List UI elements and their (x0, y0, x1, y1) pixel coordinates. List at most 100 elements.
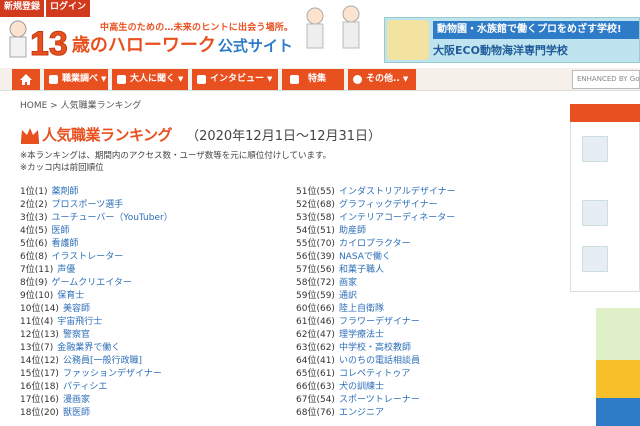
rank-position: 63位 (296, 343, 317, 353)
job-link[interactable]: エンジニア (339, 407, 384, 420)
home-button[interactable] (12, 69, 40, 90)
logo-number: 13 (30, 25, 69, 63)
job-link[interactable]: 犬の訓練士 (339, 381, 384, 394)
job-link[interactable]: 理学療法士 (339, 329, 384, 342)
job-link[interactable]: 看護師 (51, 238, 78, 251)
job-link[interactable]: 和菓子職人 (339, 264, 384, 277)
job-link[interactable]: 警察官 (63, 329, 90, 342)
job-link[interactable]: 画家 (339, 277, 357, 290)
nav-item-interview[interactable]: インタビュー ▼ (192, 69, 278, 90)
rank-position: 52位 (296, 200, 317, 210)
ranking-row: 17位 (16) 漫画家 (20, 394, 173, 407)
ranking-row: 58位 (72) 画家 (296, 277, 456, 290)
rank-position: 13位 (20, 343, 41, 353)
rank-previous: (76) (316, 408, 335, 418)
job-link[interactable]: 美容師 (63, 303, 90, 316)
ranking-row: 7位 (11) 声優 (20, 264, 173, 277)
rank-position: 54位 (296, 226, 317, 236)
sidebar-ad[interactable] (596, 308, 640, 360)
job-link[interactable]: コレペティトゥア (339, 368, 410, 381)
job-link[interactable]: イラストレーター (51, 251, 123, 264)
nav-item-features[interactable]: 特集 (282, 69, 344, 90)
rank-previous: (17) (40, 369, 59, 379)
job-link[interactable]: 漫画家 (63, 394, 90, 407)
nav-item-other[interactable]: その他.. ▼ (348, 69, 416, 90)
job-link[interactable]: パティシエ (63, 381, 107, 394)
banner-ad[interactable]: 動物園・水族館で働くプロをめざす学校! 大阪ECO動物海洋専門学校 (384, 17, 640, 63)
nav-item-jobs[interactable]: 職業調べ ▼ (44, 69, 108, 90)
rank-position: 67位 (296, 395, 317, 405)
job-link[interactable]: 声優 (57, 264, 75, 277)
job-link[interactable]: 助産師 (339, 225, 366, 238)
ranking-row: 68位 (76) エンジニア (296, 407, 456, 420)
rank-position: 16位 (20, 382, 41, 392)
login-button[interactable]: ログイン (46, 0, 91, 17)
rank-position: 58位 (296, 278, 317, 288)
job-link[interactable]: ファッションデザイナー (63, 368, 162, 381)
rank-previous: (47) (316, 330, 335, 340)
rank-position: 6位 (20, 252, 35, 262)
job-link[interactable]: いのちの電話相談員 (339, 355, 420, 368)
rank-position: 11位 (20, 317, 41, 327)
job-link[interactable]: グラフィックデザイナー (339, 199, 438, 212)
rank-position: 56位 (296, 252, 317, 262)
job-link[interactable]: NASAで働く (339, 251, 391, 264)
rank-previous: (54) (316, 395, 335, 405)
sidebar-header (570, 104, 640, 122)
rank-previous: (51) (316, 226, 335, 236)
rank-previous: (55) (316, 187, 335, 197)
ranking-row: 59位 (59) 通訳 (296, 290, 456, 303)
job-link[interactable]: 獣医師 (63, 407, 90, 420)
sidebar-thumbnail[interactable] (582, 200, 608, 226)
ranking-row: 1位 (1) 薬剤師 (20, 186, 173, 199)
ranking-row: 2位 (2) プロスポーツ選手 (20, 199, 173, 212)
rank-previous: (61) (316, 369, 335, 379)
job-link[interactable]: 金融業界で働く (57, 342, 120, 355)
job-link[interactable]: カイロプラクター (339, 238, 411, 251)
job-link[interactable]: 中学校・高校教師 (339, 342, 411, 355)
job-link[interactable]: 医師 (51, 225, 69, 238)
site-logo[interactable]: 13 歳のハローワーク 公式サイト (30, 25, 293, 63)
job-link[interactable]: 通訳 (339, 290, 357, 303)
job-link[interactable]: スポーツトレーナー (339, 394, 420, 407)
flag-icon (290, 75, 299, 84)
sidebar-ad[interactable] (596, 398, 640, 426)
rank-position: 9位 (20, 291, 35, 301)
rank-previous: (12) (40, 356, 59, 366)
job-link[interactable]: 公務員[一般行政職] (63, 355, 142, 368)
register-button[interactable]: 新規登録 (0, 0, 45, 17)
ranking-row: 14位 (12) 公務員[一般行政職] (20, 355, 173, 368)
ranking-row: 60位 (66) 陸上自衛隊 (296, 303, 456, 316)
chevron-down-icon: ▼ (178, 75, 184, 83)
rank-previous: (14) (40, 304, 59, 314)
ranking-row: 54位 (51) 助産師 (296, 225, 456, 238)
job-link[interactable]: プロスポーツ選手 (51, 199, 123, 212)
sidebar-thumbnail[interactable] (582, 246, 608, 272)
job-link[interactable]: フラワーデザイナー (339, 316, 420, 329)
rank-position: 18位 (20, 408, 41, 418)
job-link[interactable]: 陸上自衛隊 (339, 303, 384, 316)
ranking-row: 15位 (17) ファッションデザイナー (20, 368, 173, 381)
ranking-row: 6位 (8) イラストレーター (20, 251, 173, 264)
ranking-row: 12位 (13) 警察官 (20, 329, 173, 342)
rank-position: 53位 (296, 213, 317, 223)
sidebar-thumbnail[interactable] (582, 136, 608, 162)
sidebar-ad[interactable] (596, 360, 640, 398)
job-link[interactable]: 宇宙飛行士 (57, 316, 102, 329)
rank-position: 64位 (296, 356, 317, 366)
job-link[interactable]: インダストリアルデザイナー (339, 186, 456, 199)
job-link[interactable]: 薬剤師 (51, 186, 78, 199)
job-link[interactable]: インテリアコーディネーター (339, 212, 455, 225)
job-link[interactable]: ユーチューバー（YouTuber） (51, 212, 172, 225)
rank-position: 66位 (296, 382, 317, 392)
ranking-list-right: 51位 (55) インダストリアルデザイナー 52位 (68) グラフィックデザイナー 53… (296, 186, 456, 420)
ranking-row: 62位 (47) 理学療法士 (296, 329, 456, 342)
search-input[interactable]: ENHANCED BY Go (572, 70, 640, 89)
home-icon (20, 74, 32, 85)
rank-previous: (5) (34, 226, 48, 236)
job-link[interactable]: 保育士 (57, 290, 84, 303)
nav-item-ask-adults[interactable]: 大人に聞く ▼ (112, 69, 188, 90)
rank-previous: (20) (40, 408, 59, 418)
job-link[interactable]: ゲームクリエイター (51, 277, 131, 290)
rank-previous: (1) (34, 187, 48, 197)
